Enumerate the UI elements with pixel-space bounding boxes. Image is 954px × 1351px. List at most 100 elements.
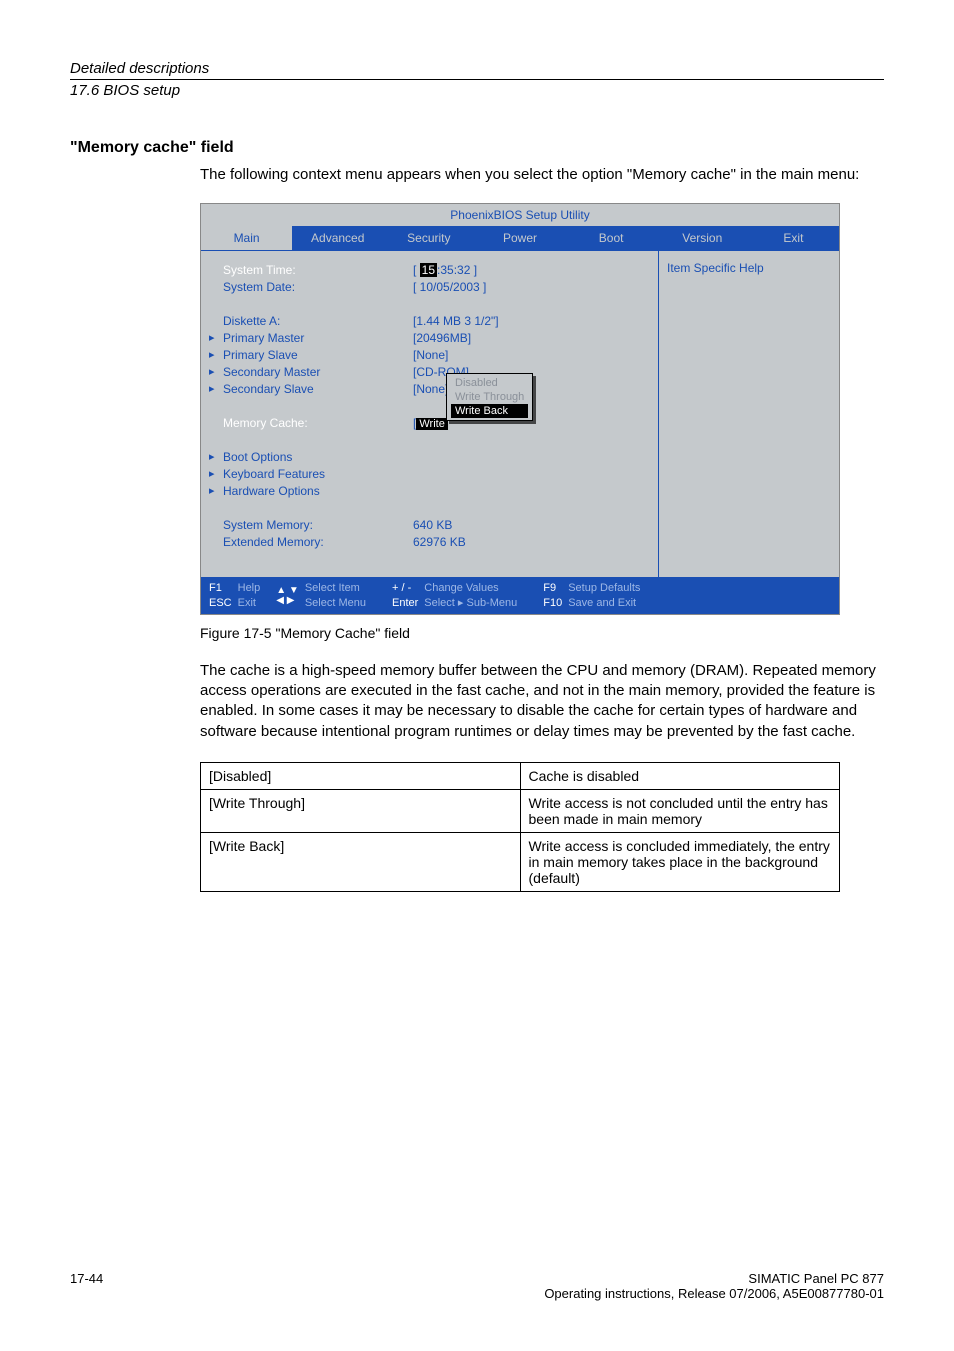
spacer: [209, 550, 650, 567]
label-setup-defaults: Setup Defaults: [568, 581, 640, 595]
arrow-icon: ▸: [209, 484, 223, 497]
row-secondary-master[interactable]: ▸ Secondary Master [CD-ROM]: [209, 363, 650, 380]
value-secondary-slave: [None]: [413, 382, 448, 396]
value-extended-memory: 62976 KB: [413, 535, 466, 549]
label-primary-master: Primary Master: [223, 331, 413, 345]
footer-line2: Operating instructions, Release 07/2006,…: [544, 1286, 884, 1301]
key-f1: F1: [209, 581, 232, 595]
tab-exit[interactable]: Exit: [748, 226, 839, 250]
arrow-icon: ▸: [209, 382, 223, 395]
footer-labels-2: Select Item Select Menu: [305, 581, 366, 610]
bios-body: ▸ System Time: [ 15:35:32 ] ▸ System Dat…: [201, 250, 839, 577]
row-boot-options[interactable]: ▸ Boot Options: [209, 448, 650, 465]
popup-option-write-back[interactable]: Write Back: [451, 404, 528, 418]
page-header-subtitle: 17.6 BIOS setup: [70, 82, 884, 99]
row-system-date[interactable]: ▸ System Date: [ 10/05/2003 ]: [209, 278, 650, 295]
spacer: [209, 295, 650, 312]
page-header-title: Detailed descriptions: [70, 60, 884, 77]
arrow-icon: ▸: [209, 331, 223, 344]
opt-val: Write access is not concluded until the …: [520, 789, 840, 832]
spacer: [209, 499, 650, 516]
opt-val: Write access is concluded immediately, t…: [520, 832, 840, 891]
popup-option-write-through[interactable]: Write Through: [451, 390, 528, 404]
tab-version[interactable]: Version: [657, 226, 748, 250]
bios-title: PhoenixBIOS Setup Utility: [201, 204, 839, 226]
footer-right: SIMATIC Panel PC 877 Operating instructi…: [544, 1271, 884, 1301]
memory-cache-popup[interactable]: Disabled Write Through Write Back: [446, 373, 533, 421]
tab-advanced[interactable]: Advanced: [292, 226, 383, 250]
label-select-menu: Select Menu: [305, 596, 366, 610]
time-hh: 15: [420, 263, 437, 277]
table-row: [Disabled] Cache is disabled: [201, 762, 840, 789]
row-primary-master[interactable]: ▸ Primary Master [20496MB]: [209, 329, 650, 346]
label-extended-memory: Extended Memory:: [223, 535, 413, 549]
value-memory-cache: [Write: [413, 416, 448, 430]
row-keyboard-features[interactable]: ▸ Keyboard Features: [209, 465, 650, 482]
label-hardware-options: Hardware Options: [223, 484, 413, 498]
footer-labels-1: Help Exit: [238, 581, 261, 610]
label-submenu: Select ▸ Sub-Menu: [424, 596, 517, 610]
header-rule: [70, 79, 884, 80]
label-diskette: Diskette A:: [223, 314, 413, 328]
footer-line1: SIMATIC Panel PC 877: [544, 1271, 884, 1286]
figure-caption: Figure 17-5 "Memory Cache" field: [200, 625, 884, 641]
tab-power[interactable]: Power: [474, 226, 565, 250]
row-memory-cache[interactable]: ▸ Memory Cache: [Write: [209, 414, 650, 431]
footer-labels-3: Change Values Select ▸ Sub-Menu: [424, 581, 517, 610]
table-row: [Write Back] Write access is concluded i…: [201, 832, 840, 891]
value-system-memory: 640 KB: [413, 518, 452, 532]
opt-key: [Write Back]: [201, 832, 521, 891]
row-secondary-slave[interactable]: ▸ Secondary Slave [None]: [209, 380, 650, 397]
spacer: [209, 397, 650, 414]
tab-main[interactable]: Main: [201, 226, 292, 250]
arrow-icon: ▸: [209, 450, 223, 463]
mc-chip: Write: [416, 418, 447, 430]
key-plusminus: + / -: [392, 581, 418, 595]
label-system-date: System Date:: [223, 280, 413, 294]
row-primary-slave[interactable]: ▸ Primary Slave [None]: [209, 346, 650, 363]
key-f9: F9: [543, 581, 562, 595]
bios-window: PhoenixBIOS Setup Utility Main Advanced …: [200, 203, 840, 615]
label-help: Help: [238, 581, 261, 595]
row-system-memory: ▸ System Memory: 640 KB: [209, 516, 650, 533]
footer-keys-1: F1 ESC: [209, 581, 232, 610]
footer-keys-3: F9 F10: [543, 581, 562, 610]
label-system-memory: System Memory:: [223, 518, 413, 532]
intro-paragraph: The following context menu appears when …: [200, 165, 884, 185]
label-select-item: Select Item: [305, 581, 366, 595]
section-heading: "Memory cache" field: [70, 139, 884, 157]
key-esc: ESC: [209, 596, 232, 610]
time-rest: :35:32 ]: [437, 263, 477, 277]
row-hardware-options[interactable]: ▸ Hardware Options: [209, 482, 650, 499]
opt-val: Cache is disabled: [520, 762, 840, 789]
arrow-icon: ▸: [209, 365, 223, 378]
label-primary-slave: Primary Slave: [223, 348, 413, 362]
row-extended-memory: ▸ Extended Memory: 62976 KB: [209, 533, 650, 550]
row-diskette[interactable]: ▸ Diskette A: [1.44 MB 3 1/2"]: [209, 312, 650, 329]
label-keyboard-features: Keyboard Features: [223, 467, 413, 481]
page-number: 17-44: [70, 1271, 103, 1301]
table-row: [Write Through] Write access is not conc…: [201, 789, 840, 832]
tab-boot[interactable]: Boot: [566, 226, 657, 250]
bios-footer: F1 ESC Help Exit ▲ ▼ ◀ ▶ Select Item Sel…: [201, 577, 839, 614]
arrow-left-right-icon: ◀ ▶: [276, 596, 299, 606]
label-exit: Exit: [238, 596, 261, 610]
footer-arrows: ▲ ▼ ◀ ▶: [276, 586, 299, 606]
row-system-time[interactable]: ▸ System Time: [ 15:35:32 ]: [209, 261, 650, 278]
value-diskette: [1.44 MB 3 1/2"]: [413, 314, 499, 328]
help-heading: Item Specific Help: [667, 261, 831, 275]
bios-left-panel: ▸ System Time: [ 15:35:32 ] ▸ System Dat…: [201, 251, 659, 577]
arrow-icon: ▸: [209, 467, 223, 480]
popup-option-disabled[interactable]: Disabled: [451, 376, 528, 390]
key-enter: Enter: [392, 596, 418, 610]
bios-screenshot: PhoenixBIOS Setup Utility Main Advanced …: [200, 203, 840, 615]
label-memory-cache: Memory Cache:: [223, 416, 413, 430]
value-system-date: [ 10/05/2003 ]: [413, 280, 486, 294]
label-secondary-master: Secondary Master: [223, 365, 413, 379]
arrow-icon: ▸: [209, 348, 223, 361]
label-secondary-slave: Secondary Slave: [223, 382, 413, 396]
opt-key: [Write Through]: [201, 789, 521, 832]
tab-security[interactable]: Security: [383, 226, 474, 250]
value-primary-master: [20496MB]: [413, 331, 471, 345]
bios-tabs: Main Advanced Security Power Boot Versio…: [201, 226, 839, 250]
